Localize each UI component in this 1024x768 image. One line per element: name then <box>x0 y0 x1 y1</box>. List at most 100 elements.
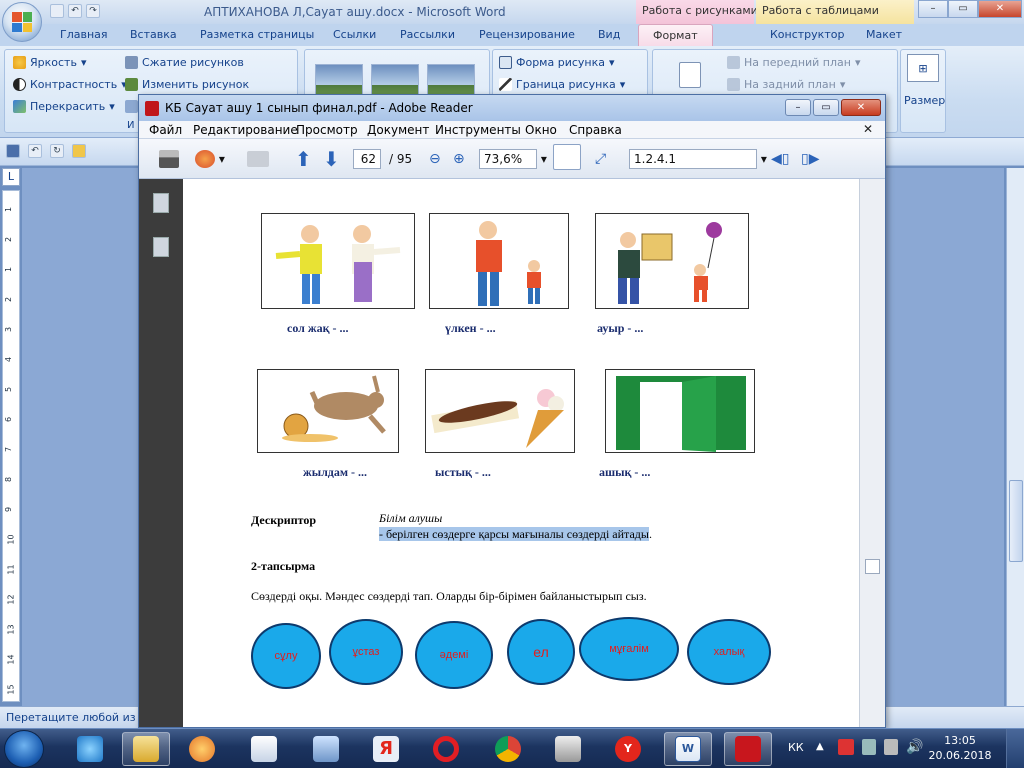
compress-button[interactable]: Сжатие рисунков <box>125 56 244 69</box>
tab-review[interactable]: Рецензирование <box>479 28 575 41</box>
selected-text[interactable]: - берілген сөздерге қарсы мағыналы сөзде… <box>379 527 649 541</box>
size-icon[interactable]: ⊞ <box>907 54 939 82</box>
menu-tools[interactable]: Инструменты <box>435 123 521 137</box>
next-page-icon[interactable]: ⬇ <box>323 147 340 171</box>
word-scroll-thumb[interactable] <box>1009 480 1023 562</box>
menu-help[interactable]: Справка <box>569 123 622 137</box>
picture-border-button[interactable]: Граница рисунка ▾ <box>499 78 625 91</box>
position-button[interactable] <box>679 62 701 88</box>
email-icon[interactable] <box>247 149 269 169</box>
language-indicator[interactable]: КК <box>788 741 804 754</box>
yandex-browser-taskbar-icon[interactable]: Y <box>604 732 652 766</box>
menu-window[interactable]: Окно <box>525 123 557 137</box>
reader-maximize-button[interactable]: ▭ <box>813 99 839 116</box>
show-desktop-button[interactable] <box>1006 729 1024 768</box>
menu-edit[interactable]: Редактирование <box>193 123 298 137</box>
redo-icon[interactable]: ↷ <box>86 4 100 18</box>
reader-titlebar: КБ Сауат ашу 1 сынып финал.pdf - Adobe R… <box>139 95 885 121</box>
media-classic-taskbar-icon[interactable] <box>302 732 350 766</box>
tray-expand-icon[interactable]: ▲ <box>816 741 824 752</box>
print-icon[interactable] <box>159 149 179 169</box>
contrast-button[interactable]: Контрастность ▾ <box>13 78 127 91</box>
pdf-page: сол жақ - ... үлкен - ... ауыр - ... жыл… <box>183 179 859 727</box>
volume-icon[interactable]: 🔊 <box>906 739 923 755</box>
word-taskbar-icon[interactable]: W <box>664 732 712 766</box>
zoom-field[interactable]: 73,6% ▾ <box>479 149 547 169</box>
reader-vertical-scrollbar[interactable] <box>859 179 885 727</box>
reset-picture-button[interactable] <box>125 100 138 113</box>
tab-page-layout[interactable]: Разметка страницы <box>200 28 314 41</box>
close-document-icon[interactable]: ✕ <box>863 122 873 136</box>
adobe-reader-taskbar-icon[interactable] <box>724 732 772 766</box>
menu-view[interactable]: Просмотр <box>296 123 358 137</box>
office-button[interactable] <box>2 2 42 42</box>
find-field[interactable]: 1.2.4.1 ▾ <box>629 149 767 169</box>
redo-icon[interactable]: ↻ <box>50 144 64 158</box>
clock[interactable]: 13:05 20.06.2018 <box>924 733 996 763</box>
change-picture-button[interactable]: Изменить рисунок <box>125 78 249 91</box>
save-icon[interactable] <box>6 144 20 158</box>
undo-icon[interactable]: ↶ <box>28 144 42 158</box>
hare-snail-illustration <box>282 375 386 442</box>
previous-page-icon[interactable]: ⬆ <box>295 147 312 171</box>
task2-instructions: Сөздерді оқы. Мәндес сөздерді тап. Олард… <box>251 589 647 603</box>
picture-open <box>605 369 755 453</box>
caption-fast: жылдам - ... <box>303 465 368 479</box>
ruler-number: 10 <box>6 534 16 545</box>
opera-taskbar-icon[interactable] <box>422 732 470 766</box>
ruler-number: 6 <box>4 416 14 423</box>
maximize-button[interactable]: ▭ <box>948 0 978 18</box>
tab-format[interactable]: Формат <box>638 24 713 46</box>
word-vertical-scrollbar[interactable] <box>1006 168 1024 706</box>
reader-close-button[interactable]: ✕ <box>841 99 881 116</box>
save-icon[interactable] <box>50 4 64 18</box>
find-next-icon[interactable]: ▯▶ <box>801 149 819 169</box>
page-number-field[interactable]: 62 <box>353 149 381 169</box>
321-player-taskbar-icon[interactable] <box>240 732 288 766</box>
explorer-taskbar-icon[interactable] <box>122 732 170 766</box>
tab-mailings[interactable]: Рассылки <box>400 28 455 41</box>
yandex-taskbar-icon[interactable]: Я <box>362 732 410 766</box>
flag-icon[interactable] <box>838 739 854 755</box>
send-back-button[interactable]: На задний план ▾ <box>727 78 845 91</box>
open-folder-icon[interactable] <box>72 144 86 158</box>
minimize-button[interactable]: – <box>918 0 948 18</box>
recolor-button[interactable]: Перекрасить ▾ <box>13 100 115 113</box>
media-player-taskbar-icon[interactable] <box>178 732 226 766</box>
brightness-button[interactable]: Яркость ▾ <box>13 56 86 69</box>
undo-icon[interactable]: ↶ <box>68 4 82 18</box>
collaborate-icon[interactable]: ▾ <box>195 149 225 169</box>
zoom-in-icon[interactable]: ⊕ <box>453 149 465 169</box>
zoom-out-icon[interactable]: ⊖ <box>429 149 441 169</box>
ribbon-tabs: Главная Вставка Разметка страницы Ссылки… <box>0 24 1024 46</box>
word-titlebar: ↶ ↷ АПТИХАНОВА Л,Сауат ашу.docx - Micros… <box>0 0 1024 24</box>
fit-width-icon[interactable] <box>553 144 581 170</box>
find-previous-icon[interactable]: ◀▯ <box>771 149 789 169</box>
reader-scroll-thumb[interactable] <box>865 559 880 574</box>
ruler-number: 2 <box>4 236 14 243</box>
ruler-tab-selector[interactable]: L <box>2 168 20 186</box>
pages-panel-icon[interactable] <box>153 193 169 213</box>
reader-minimize-button[interactable]: – <box>785 99 811 116</box>
ie-taskbar-icon[interactable] <box>66 732 114 766</box>
tab-references[interactable]: Ссылки <box>333 28 376 41</box>
menu-document[interactable]: Документ <box>367 123 429 137</box>
bring-front-button[interactable]: На передний план ▾ <box>727 56 861 69</box>
fit-page-icon[interactable]: ⤢ <box>595 149 606 169</box>
tab-layout[interactable]: Макет <box>866 28 902 41</box>
descriptor-label: Дескриптор <box>251 513 317 527</box>
word-oval: халық <box>687 619 771 685</box>
tab-home[interactable]: Главная <box>60 28 108 41</box>
close-button[interactable]: ✕ <box>978 0 1022 18</box>
tab-view[interactable]: Вид <box>598 28 620 41</box>
tab-design[interactable]: Конструктор <box>770 28 844 41</box>
tab-insert[interactable]: Вставка <box>130 28 177 41</box>
chrome-taskbar-icon[interactable] <box>484 732 532 766</box>
printer-taskbar-icon[interactable] <box>544 732 592 766</box>
menu-file[interactable]: Файл <box>149 123 182 137</box>
device-icon[interactable] <box>862 739 876 755</box>
start-button[interactable] <box>4 730 44 768</box>
picture-shape-button[interactable]: Форма рисунка ▾ <box>499 56 615 69</box>
attachments-panel-icon[interactable] <box>153 237 169 257</box>
network-icon[interactable] <box>884 739 898 755</box>
